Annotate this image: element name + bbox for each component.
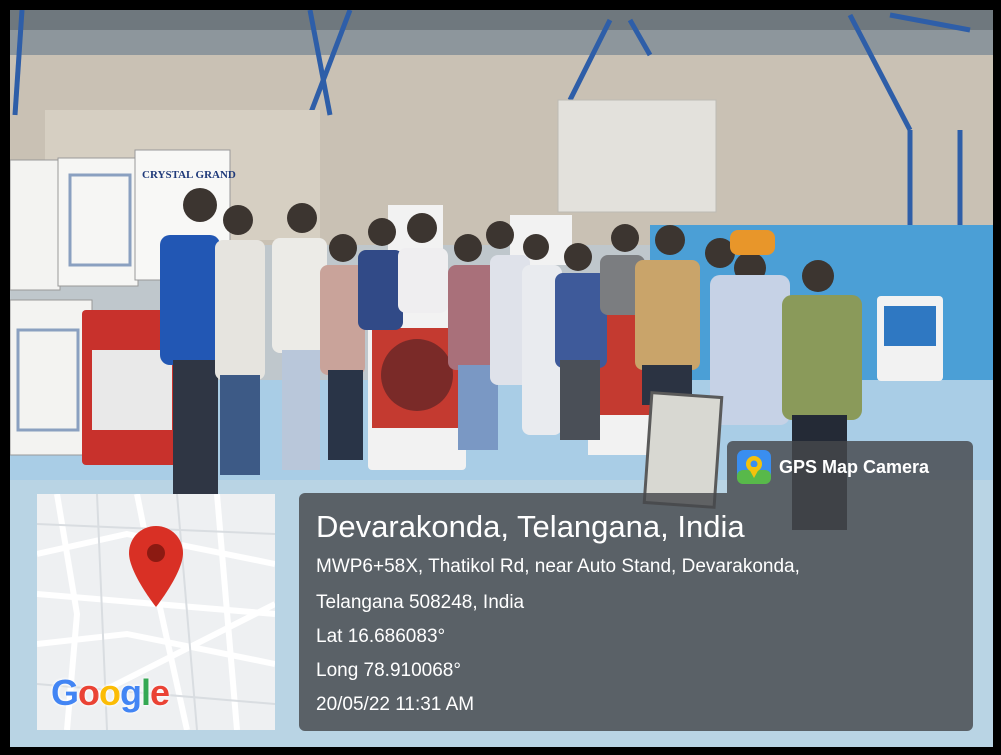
google-logo-letter: G — [51, 672, 79, 713]
datetime: 20/05/22 11:31 AM — [316, 694, 475, 715]
gps-map-camera-app-icon — [737, 450, 771, 484]
google-logo-letter: l — [141, 672, 151, 713]
image-frame: CRYSTAL GRAND GPS Map Camera Devarakonda… — [0, 0, 1001, 755]
longitude: Long 78.910068° — [316, 660, 461, 681]
google-logo-letter: o — [78, 672, 100, 713]
latitude: Lat 16.686083° — [316, 626, 446, 647]
map-thumbnail: Google — [37, 494, 275, 730]
google-logo: Google — [51, 672, 170, 714]
google-logo-letter: o — [99, 672, 121, 713]
map-pin-icon — [129, 526, 183, 607]
place-name: Devarakonda, Telangana, India — [316, 509, 745, 544]
address-line-1: MWP6+58X, Thatikol Rd, near Auto Stand, … — [316, 556, 800, 577]
gps-map-camera-badge: GPS Map Camera — [727, 441, 973, 493]
google-logo-letter: g — [120, 672, 142, 713]
location-info-panel: Devarakonda, Telangana, India MWP6+58X, … — [299, 493, 973, 731]
badge-label: GPS Map Camera — [779, 456, 930, 477]
google-logo-letter: e — [150, 672, 170, 713]
address-line-2: Telangana 508248, India — [316, 592, 525, 613]
svg-text:CRYSTAL GRAND: CRYSTAL GRAND — [142, 169, 236, 181]
wall-board — [557, 99, 717, 213]
